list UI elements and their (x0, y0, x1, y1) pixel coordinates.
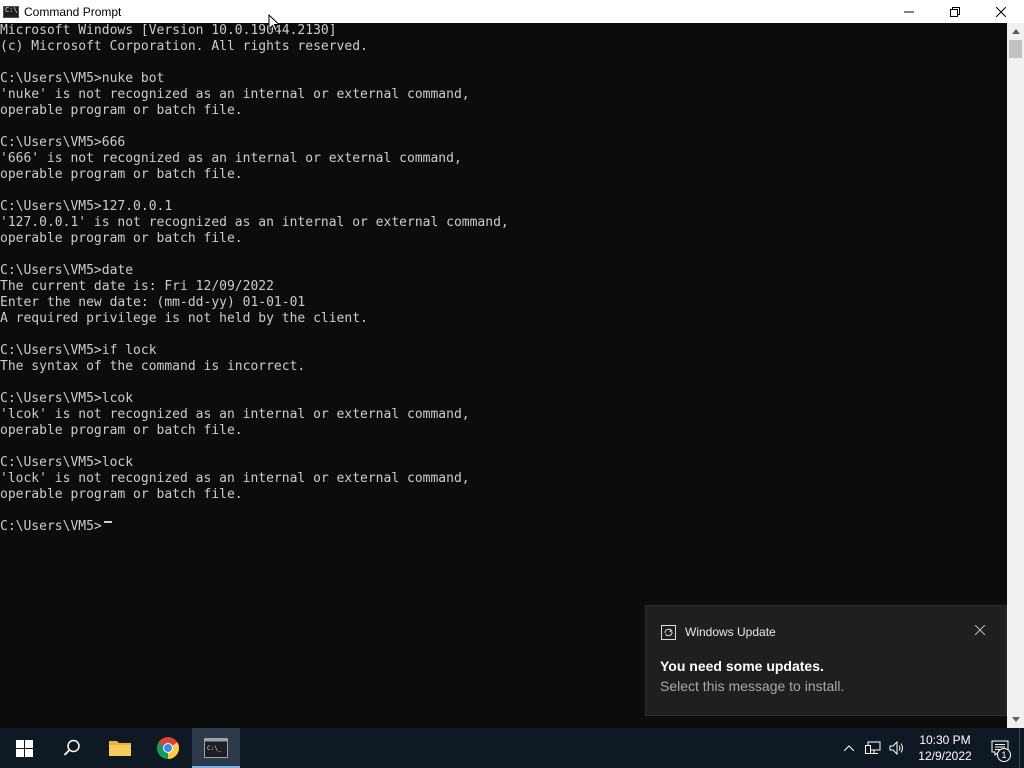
console-line: '127.0.0.1' is not recognized as an inte… (0, 215, 509, 230)
notification-count-badge: 1 (997, 748, 1011, 762)
console-line: C:\Users\VM5>nuke bot (0, 71, 165, 86)
console-line: C:\Users\VM5> (0, 519, 102, 534)
network-icon (865, 741, 881, 754)
console-line: operable program or batch file. (0, 103, 243, 118)
window-title: Command Prompt (24, 4, 122, 19)
toast-body: Select this message to install. (660, 678, 845, 694)
window-controls (886, 0, 1024, 23)
title-bar[interactable]: Command Prompt (0, 0, 1024, 23)
windows-update-icon (660, 624, 676, 640)
console-line: C:\Users\VM5>lcok (0, 391, 134, 406)
taskbar-chrome[interactable] (144, 728, 192, 768)
cmd-app-icon[interactable] (3, 5, 19, 18)
scroll-down-button[interactable] (1007, 711, 1024, 728)
folder-icon (109, 741, 131, 756)
show-hidden-icons-button[interactable] (837, 728, 861, 768)
volume-button[interactable] (885, 728, 909, 768)
search-icon (63, 739, 80, 756)
console-text: Microsoft Windows [Version 10.0.19044.21… (0, 23, 1007, 535)
console-line: C:\Users\VM5>666 (0, 135, 126, 150)
update-notification[interactable]: Windows Update You need some updates. Se… (645, 605, 1007, 716)
show-desktop-button[interactable] (1019, 728, 1024, 768)
console-line: The syntax of the command is incorrect. (0, 359, 306, 374)
close-icon (996, 6, 1006, 17)
console-line: A required privilege is not held by the … (0, 311, 368, 326)
minimize-button[interactable] (886, 0, 932, 23)
console-line: operable program or batch file. (0, 167, 243, 182)
text-cursor (104, 521, 112, 523)
cmd-icon: C:\_ (204, 738, 228, 758)
console-line: C:\Users\VM5>127.0.0.1 (0, 199, 173, 214)
toast-app-name: Windows Update (685, 625, 776, 639)
console-line: C:\Users\VM5>date (0, 263, 134, 278)
system-tray: 10:30 PM 12/9/2022 1 (837, 728, 1024, 768)
minimize-icon (904, 11, 914, 12)
console-line: The current date is: Fri 12/09/2022 (0, 279, 274, 294)
network-button[interactable] (861, 728, 885, 768)
toast-title: You need some updates. (660, 658, 824, 674)
mouse-pointer-icon (268, 14, 280, 32)
console-line: 'lcok' is not recognized as an internal … (0, 407, 470, 422)
start-button[interactable] (0, 728, 48, 768)
close-icon (975, 625, 985, 635)
scroll-thumb[interactable] (1009, 40, 1022, 58)
action-center-button[interactable]: 1 (981, 728, 1019, 768)
taskbar-clock[interactable]: 10:30 PM 12/9/2022 (909, 728, 981, 768)
svg-text:C:\_: C:\_ (207, 745, 222, 752)
chrome-icon (157, 737, 179, 759)
taskbar: C:\_ 10:30 PM 12/9/2022 1 (0, 728, 1024, 768)
console-line: operable program or batch file. (0, 423, 243, 438)
vertical-scrollbar[interactable] (1007, 23, 1024, 728)
clock-time: 10:30 PM (919, 733, 971, 747)
console-line: 'lock' is not recognized as an internal … (0, 471, 470, 486)
toast-close-button[interactable] (972, 622, 988, 638)
speaker-icon (889, 741, 903, 755)
taskbar-command-prompt[interactable]: C:\_ (192, 728, 240, 768)
scroll-up-button[interactable] (1007, 23, 1024, 40)
console-line: C:\Users\VM5>lock (0, 455, 134, 470)
console-line: operable program or batch file. (0, 487, 243, 502)
console-line: Microsoft Windows [Version 10.0.19044.21… (0, 23, 337, 38)
console-line: '666' is not recognized as an internal o… (0, 151, 462, 166)
toast-header: Windows Update (660, 624, 776, 640)
console-line: Enter the new date: (mm-dd-yy) 01-01-01 (0, 295, 306, 310)
console-line: 'nuke' is not recognized as an internal … (0, 87, 470, 102)
console-line: (c) Microsoft Corporation. All rights re… (0, 39, 368, 54)
scroll-up-icon (1011, 29, 1020, 34)
clock-date: 12/9/2022 (918, 749, 972, 763)
close-button[interactable] (978, 0, 1024, 23)
console-line: C:\Users\VM5>if lock (0, 343, 157, 358)
taskbar-file-explorer[interactable] (96, 728, 144, 768)
restore-icon (950, 6, 960, 17)
console-line: operable program or batch file. (0, 231, 243, 246)
scroll-down-icon (1011, 717, 1020, 722)
restore-button[interactable] (932, 0, 978, 23)
windows-logo-icon (15, 739, 33, 757)
chevron-up-icon (844, 745, 854, 751)
taskbar-search-button[interactable] (48, 728, 96, 768)
